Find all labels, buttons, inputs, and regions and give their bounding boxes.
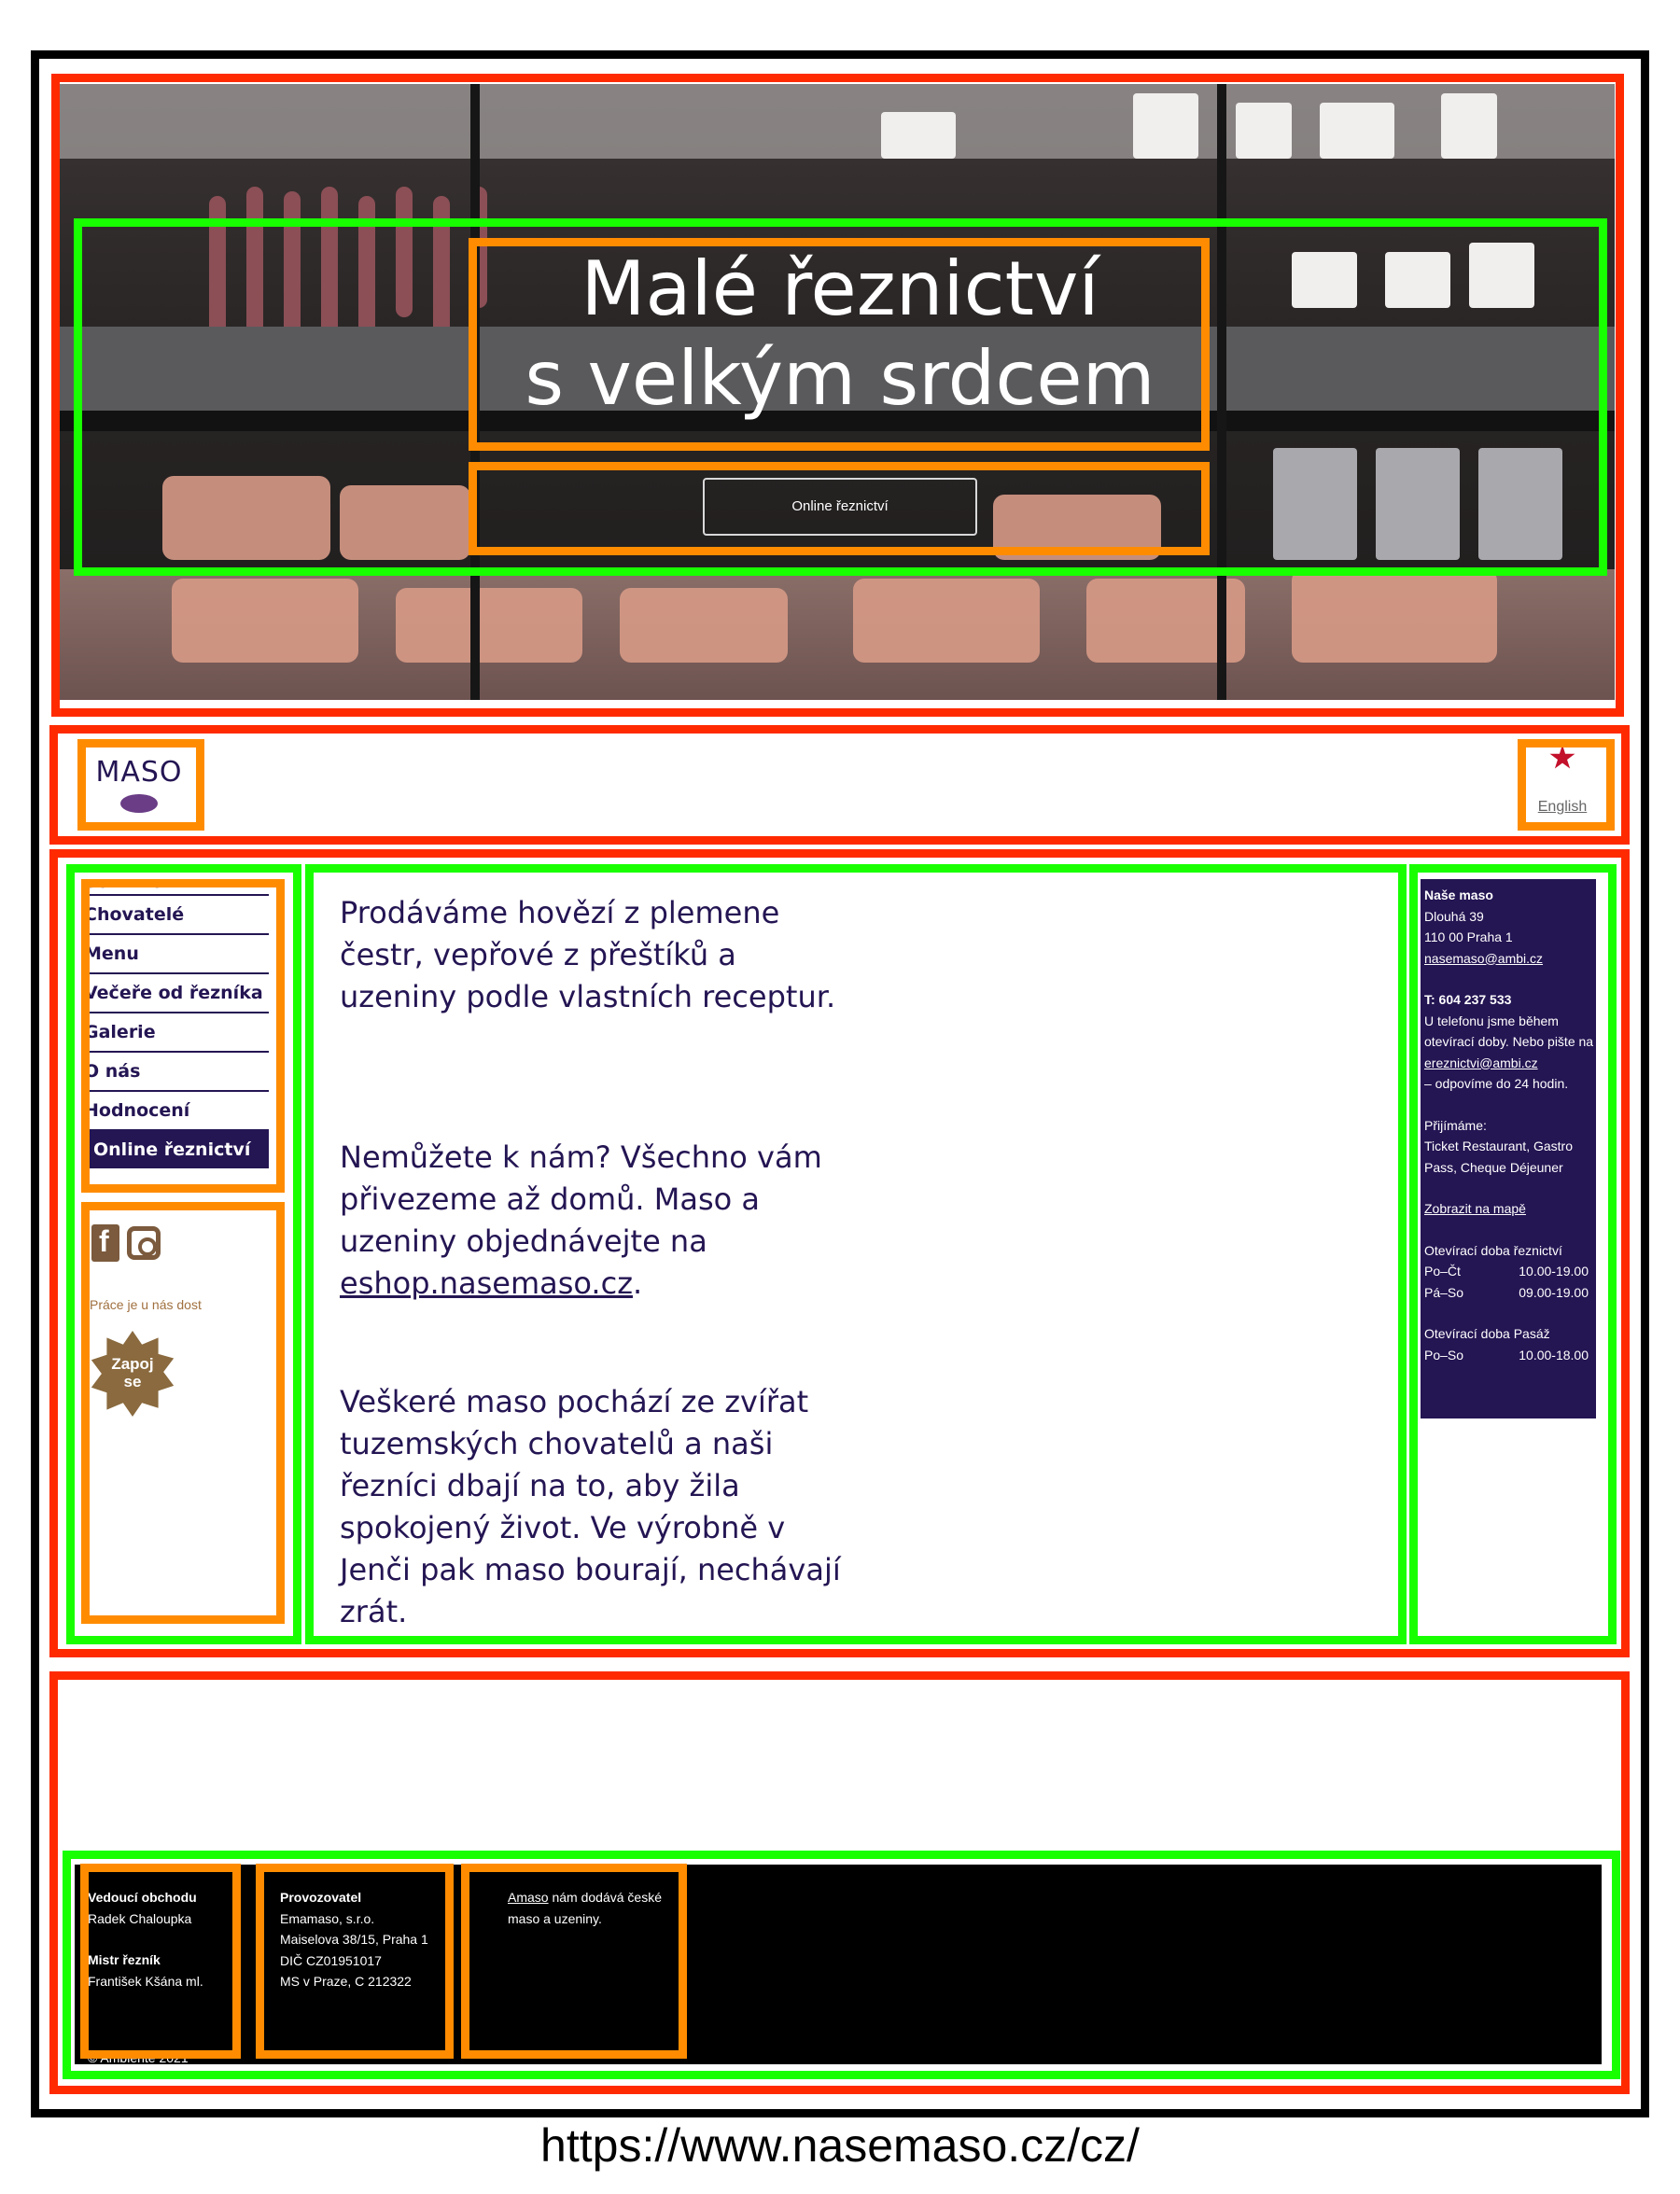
city: 110 00 Praha 1	[1424, 929, 1513, 944]
amaso-link[interactable]: Amaso	[508, 1890, 549, 1905]
hero-title-line: Malé řeznictví	[581, 245, 1099, 332]
hero-bg-item	[172, 579, 358, 663]
manager-title: Vedoucí obchodu	[88, 1890, 197, 1905]
logo-text: MASO	[95, 756, 183, 789]
copyright: © Ambiente 2021	[88, 2050, 189, 2065]
hero-bg-item	[1320, 103, 1394, 159]
delivery-paragraph: Nemůžete k nám? Všechno vám přivezeme až…	[340, 1137, 862, 1305]
hours-shop-title: Otevírací doba řeznictví	[1424, 1242, 1562, 1258]
map-link[interactable]: Zobrazit na mapě	[1424, 1201, 1526, 1216]
delivery-text-end: .	[632, 1265, 643, 1301]
accept-list: Ticket Restaurant, Gastro Pass, Cheque D…	[1424, 1139, 1573, 1175]
instagram-icon[interactable]	[127, 1226, 161, 1260]
operator-register: MS v Praze, C 212322	[280, 1974, 412, 1989]
operator-dic: DIČ CZ01951017	[280, 1952, 382, 1968]
operator-address: Maiselova 38/15, Praha 1	[280, 1932, 428, 1947]
footer-supplier: Amaso nám dodává české maso a uzeniny.	[508, 1887, 694, 1929]
nav-item-chovatele[interactable]: Chovatelé	[90, 896, 269, 935]
hero-title: Malé řeznictví s velkým srdcem	[0, 245, 1680, 424]
footer-operator: Provozovatel Emamaso, s.r.o. Maiselova 3…	[280, 1887, 457, 1992]
hero-bg-item	[993, 495, 1161, 560]
hero-bg-item	[620, 588, 788, 663]
hero-bg-item	[1441, 93, 1497, 159]
language-label: English	[1537, 799, 1588, 815]
shop-name: Naše maso	[1424, 887, 1493, 902]
butcher-name: František Kšána ml.	[88, 1973, 203, 1989]
hours-days: Pá–So	[1424, 1284, 1464, 1300]
nav-item-hodnoceni[interactable]: Hodnocení	[90, 1092, 269, 1131]
hero-bg-item	[1236, 103, 1292, 159]
hours-passage-title: Otevírací doba Pasáž	[1424, 1326, 1550, 1341]
language-switch[interactable]: English	[1527, 745, 1598, 819]
hero-bg-item	[1133, 93, 1198, 159]
nav-item-vecere[interactable]: Večeře od řezníka	[90, 974, 269, 1013]
delivery-text: Nemůžete k nám? Všechno vám přivezeme až…	[340, 1139, 822, 1259]
star-icon	[1549, 745, 1575, 769]
intro-paragraph: Prodáváme hovězí z plemene čestr, vepřov…	[340, 895, 836, 1014]
pig-icon	[120, 794, 158, 813]
hero-bg-item	[1376, 448, 1460, 560]
hours-days: Po–So	[1424, 1347, 1464, 1363]
hero-bg-item	[1273, 448, 1357, 560]
manager-name: Radek Chaloupka	[88, 1910, 192, 1926]
hours-days: Po–Čt	[1424, 1264, 1461, 1279]
hours-row: Po–Čt 10.00-19.00	[1424, 1261, 1594, 1282]
nav-item-sortiment[interactable]: Sortiment	[90, 879, 269, 896]
hours-time: 10.00-18.00	[1519, 1347, 1589, 1363]
main-nav: Sortiment Chovatelé Menu Večeře od řezní…	[90, 879, 269, 1168]
site-logo[interactable]: MASO	[88, 747, 190, 821]
reply-note: – odpovíme do 24 hodin.	[1424, 1076, 1569, 1091]
join-badge-label: Zapoj se	[111, 1355, 154, 1390]
phone: T: 604 237 533	[1424, 992, 1512, 1007]
hero-bg-item	[396, 588, 582, 663]
site-footer: Vedoucí obchodu Radek Chaloupka Mistr ře…	[75, 1865, 1602, 2065]
online-shop-button[interactable]: Online řeznictví	[703, 478, 977, 536]
accept-label: Přijímáme:	[1424, 1117, 1487, 1133]
nav-item-online-reznictvi[interactable]: Online řeznictví	[90, 1131, 269, 1168]
social-links	[91, 1224, 185, 1262]
nav-item-o-nas[interactable]: O nás	[90, 1053, 269, 1092]
phone-note: U telefonu jsme během otevírací doby. Ne…	[1424, 1013, 1594, 1050]
hours-row: Po–So 10.00-18.00	[1424, 1345, 1594, 1366]
eshop-link[interactable]: eshop.nasemaso.cz	[340, 1265, 633, 1301]
footer-staff: Vedoucí obchodu Radek Chaloupka Mistr ře…	[88, 1887, 237, 2069]
hours-time: 10.00-19.00	[1519, 1264, 1589, 1279]
street: Dlouhá 39	[1424, 908, 1484, 924]
nav-item-menu[interactable]: Menu	[90, 935, 269, 974]
hero-bg-item	[1478, 448, 1562, 560]
facebook-icon[interactable]	[91, 1224, 119, 1262]
hero-bg-item	[162, 476, 330, 560]
hero-bg-item	[853, 579, 1040, 663]
email-link[interactable]: nasemaso@ambi.cz	[1424, 951, 1543, 966]
hours-time: 09.00-19.00	[1519, 1284, 1589, 1300]
page-url: https://www.nasemaso.cz/cz/	[540, 2119, 1140, 2172]
contact-box: Naše maso Dlouhá 39 110 00 Praha 1 nasem…	[1421, 879, 1596, 1418]
hero-bg-item	[1292, 569, 1497, 663]
eshop-email-link[interactable]: ereznictvi@ambi.cz	[1424, 1055, 1538, 1070]
hero-bg-item	[881, 112, 956, 159]
hero-title-line: s velkým srdcem	[525, 335, 1155, 422]
origin-paragraph: Veškeré maso pochází ze zvířat tuzemskýc…	[340, 1384, 841, 1629]
operator-name: Emamaso, s.r.o.	[280, 1910, 375, 1926]
nav-item-galerie[interactable]: Galerie	[90, 1013, 269, 1053]
butcher-title: Mistr řezník	[88, 1952, 161, 1967]
operator-title: Provozovatel	[280, 1890, 362, 1905]
hours-row: Pá–So 09.00-19.00	[1424, 1282, 1594, 1304]
hero-bg-item	[340, 485, 470, 560]
jobs-link[interactable]: Práce je u nás dost	[90, 1297, 248, 1312]
